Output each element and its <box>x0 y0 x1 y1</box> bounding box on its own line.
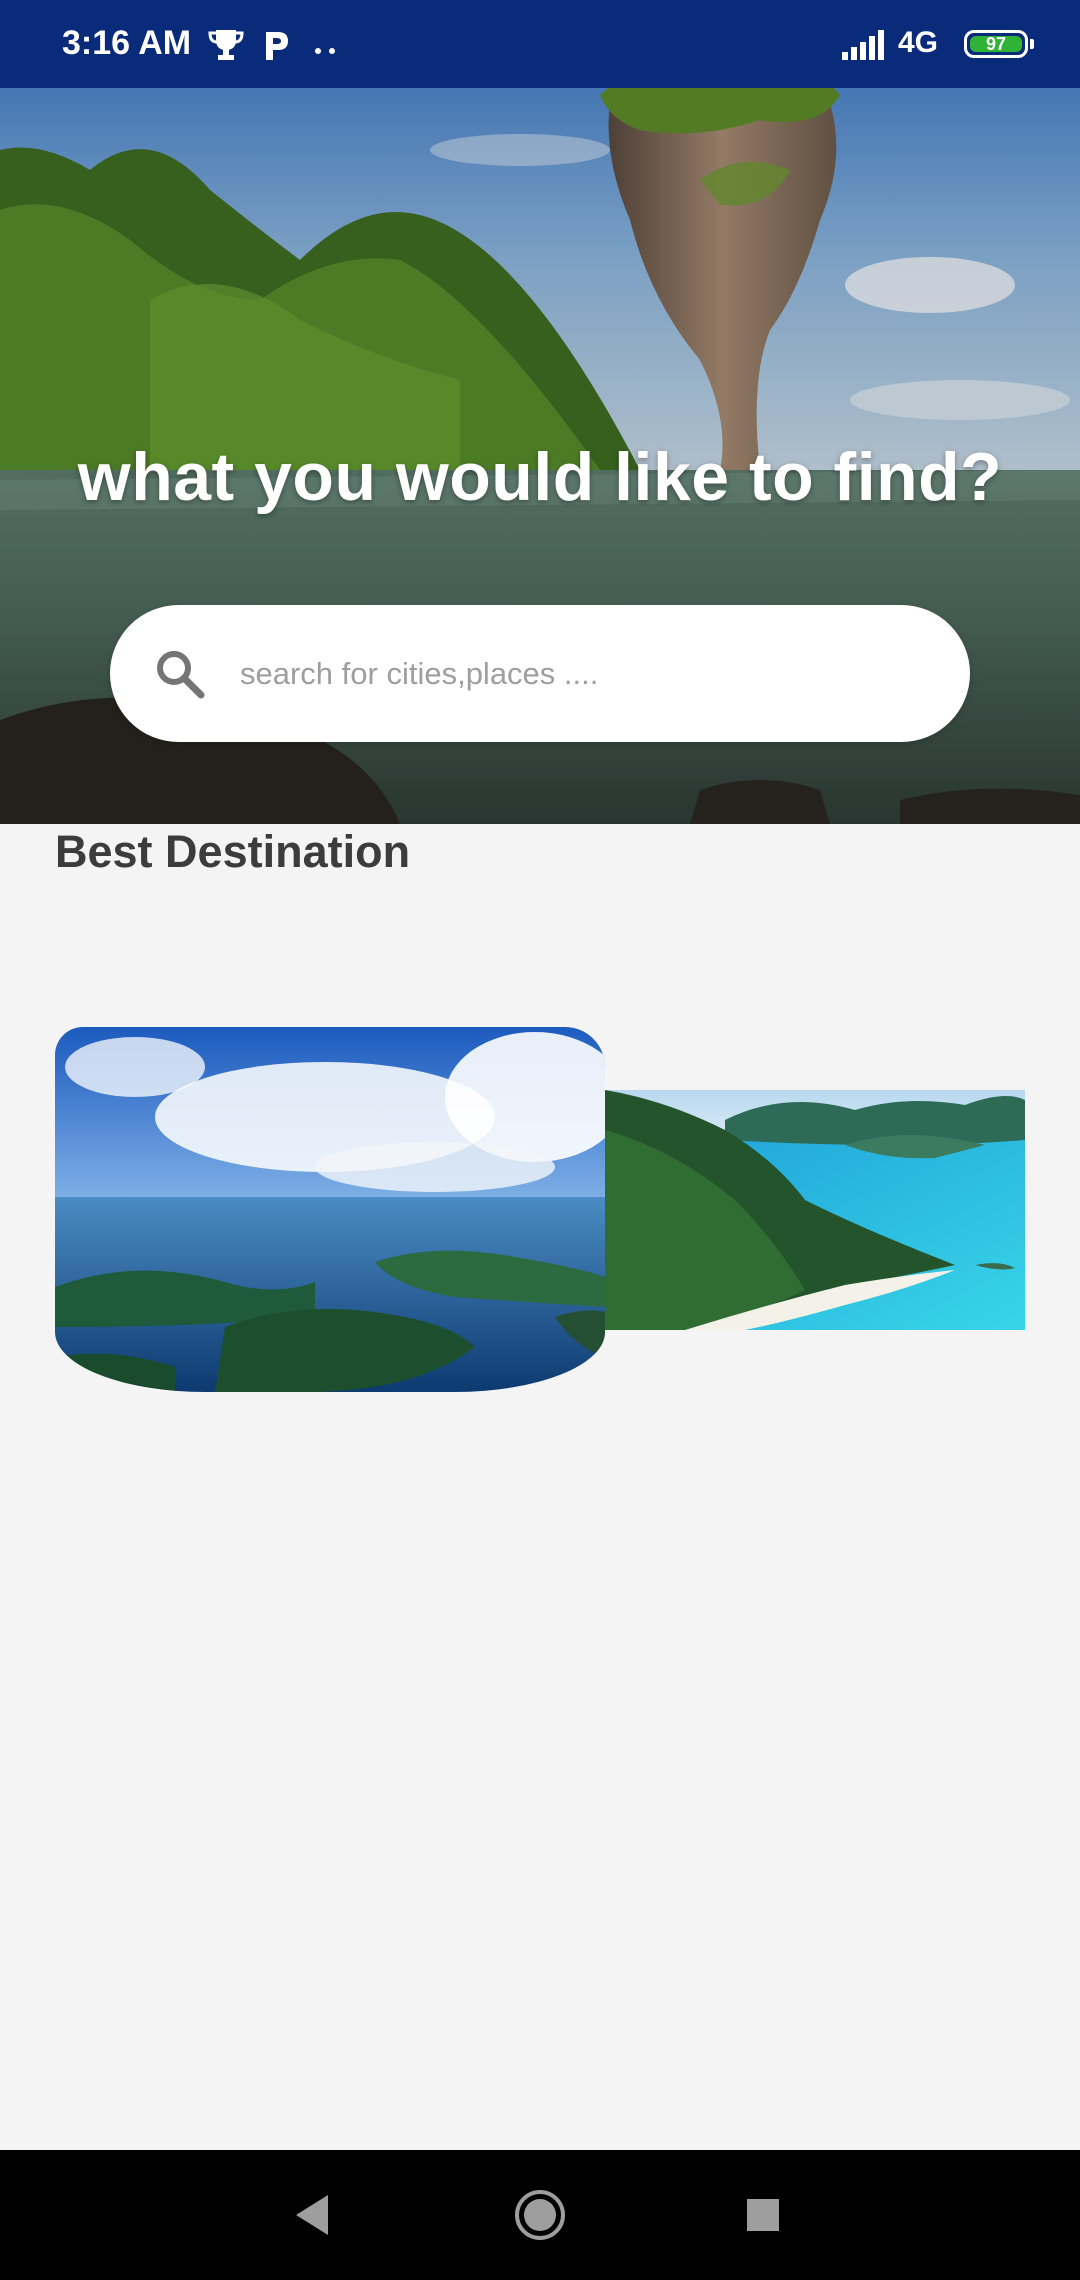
battery-tip <box>1030 39 1034 49</box>
destination-card[interactable] <box>605 1090 1025 1330</box>
battery-level: 97 <box>985 33 1007 54</box>
network-type: 4G <box>898 26 939 59</box>
tropical-beach-photo <box>605 1090 1025 1330</box>
status-bar: 3:16 AM 4G 97 <box>0 0 1080 88</box>
hero-title: what you would like to find? <box>77 439 1003 515</box>
search-icon <box>150 644 210 704</box>
back-icon[interactable] <box>282 2185 342 2245</box>
destination-card[interactable] <box>55 1027 605 1392</box>
hero-banner: what you would like to find? <box>0 0 1080 824</box>
section-title: Best Destination <box>55 826 411 877</box>
home-icon[interactable] <box>510 2185 570 2245</box>
p-icon <box>262 28 290 67</box>
search-bar[interactable] <box>110 605 970 742</box>
trophy-icon <box>208 28 244 67</box>
navigation-bar <box>0 2150 1080 2280</box>
search-input[interactable] <box>238 654 922 693</box>
recents-icon[interactable] <box>733 2185 793 2245</box>
battery-icon: 97 <box>964 30 1028 58</box>
status-time: 3:16 AM <box>62 24 192 62</box>
more-dots-icon <box>314 42 338 60</box>
aerial-islands-photo <box>55 1027 605 1392</box>
signal-icon <box>842 30 886 67</box>
